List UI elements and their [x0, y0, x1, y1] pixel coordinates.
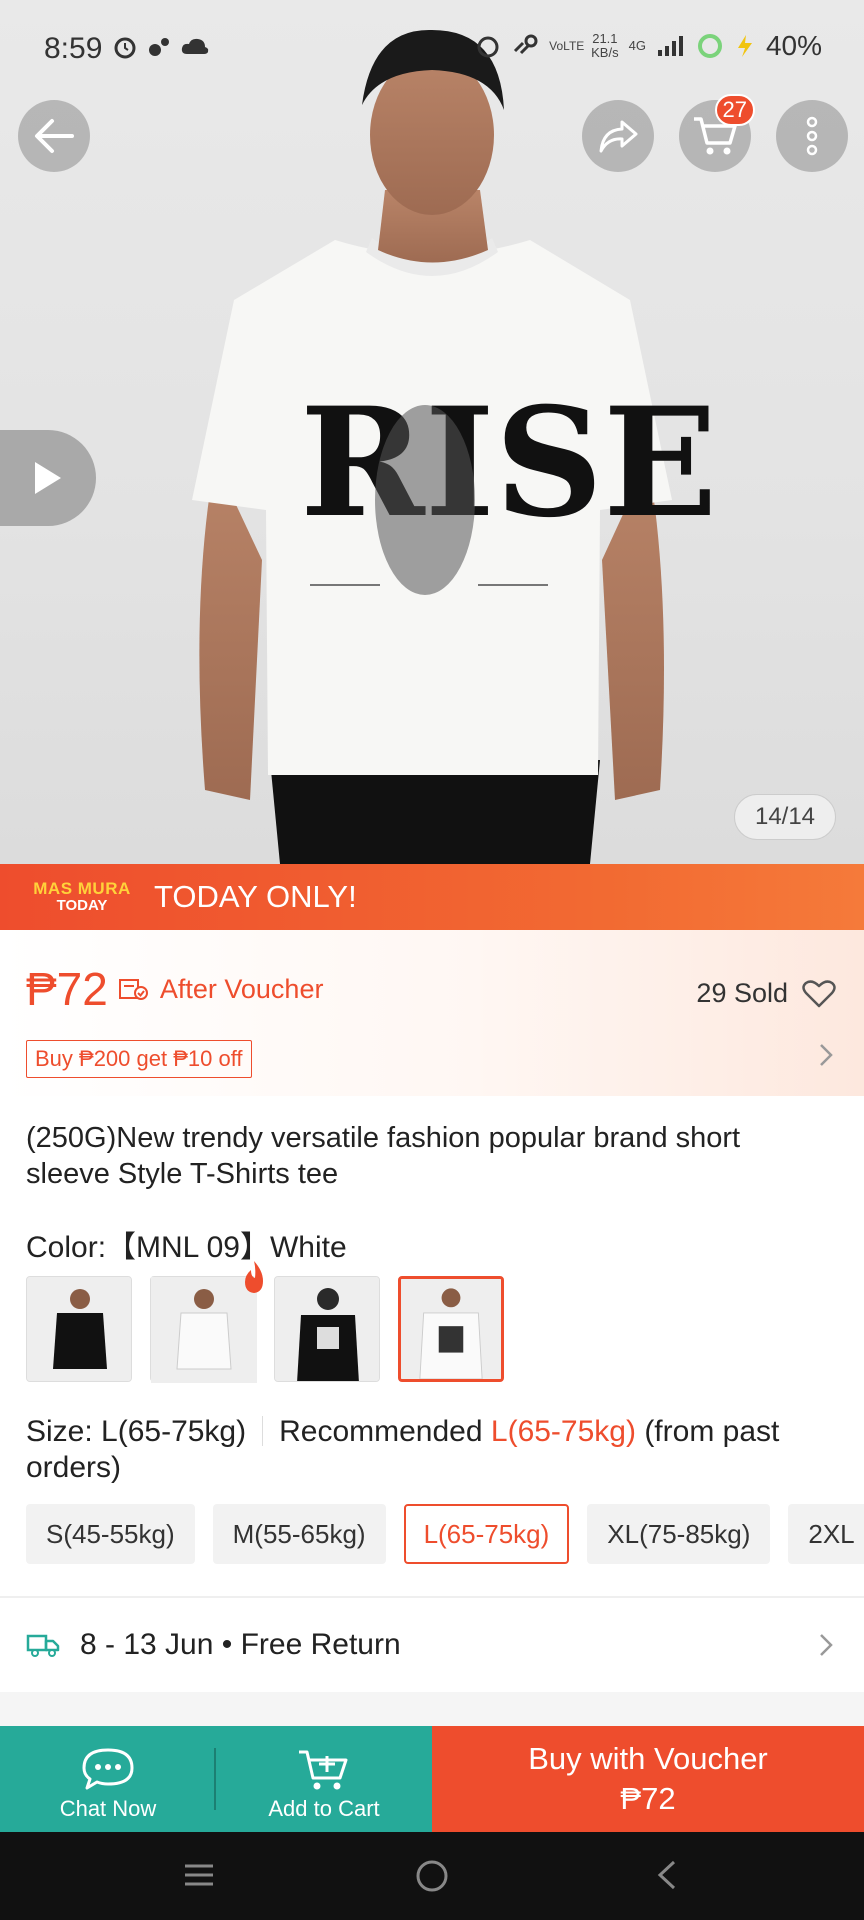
color-label: Color: — [26, 1231, 107, 1264]
delivery-text: 8 - 13 Jun • Free Return — [80, 1628, 401, 1661]
price-section: ₱72 After Voucher 29 Sold Buy ₱200 get ₱… — [0, 930, 864, 1096]
back-nav-icon[interactable] — [652, 1858, 682, 1892]
delivery-truck-icon — [26, 1634, 60, 1657]
chat-icon — [82, 1748, 134, 1790]
alarm-icon — [477, 36, 499, 58]
product-info-section: (250G)New trendy versatile fashion popul… — [0, 1096, 864, 1596]
size-option-m[interactable]: M(55-65kg) — [212, 1504, 386, 1564]
voucher-icon — [118, 979, 148, 1000]
buy-label: Buy with Voucher — [528, 1741, 768, 1776]
buy-price: ₱72 — [620, 1781, 676, 1816]
swatch-image — [275, 1277, 379, 1381]
color-value: 【MNL 09】White — [106, 1231, 347, 1264]
shirt-print-text: RISE — [300, 375, 717, 551]
chat-now-button[interactable]: Chat Now — [0, 1726, 216, 1832]
delivery-row[interactable]: 8 - 13 Jun • Free Return — [0, 1598, 864, 1692]
color-swatch-white-man[interactable] — [150, 1261, 263, 1383]
net-speed-value: 21.1 — [592, 31, 618, 46]
fire-icon — [245, 1261, 263, 1293]
size-option-l[interactable]: L(65-75kg) — [403, 1504, 570, 1564]
more-options-button[interactable] — [776, 100, 848, 172]
product-title: (250G)New trendy versatile fashion popul… — [26, 1122, 741, 1190]
color-swatch-black-woman[interactable] — [274, 1276, 380, 1382]
bottom-action-bar: Chat Now Add to Cart Buy with Voucher ₱7… — [0, 1726, 864, 1832]
cart-count-badge: 27 — [714, 94, 755, 126]
promo-logo-line2: TODAY — [56, 897, 108, 914]
size-label: Size: L(65-75kg) — [26, 1415, 247, 1448]
recommended-size: L(65-75kg) — [490, 1415, 636, 1448]
status-time: 8:59 — [44, 32, 103, 65]
sold-row: 29 Sold — [696, 978, 836, 1009]
recent-apps-icon[interactable] — [182, 1858, 216, 1892]
network-type: 4G — [628, 38, 646, 53]
buy-with-voucher-button[interactable]: Buy with Voucher ₱72 — [432, 1726, 864, 1832]
deal-tag[interactable]: Buy ₱200 get ₱10 off — [26, 1040, 252, 1078]
price-row: ₱72 After Voucher — [26, 962, 323, 1016]
size-selection-label: Size: L(65-75kg) Recommended L(65-75kg) (… — [26, 1414, 836, 1486]
size-option-2xl[interactable]: 2XL — [788, 1504, 864, 1564]
system-navigation-bar — [0, 1832, 864, 1920]
promo-banner[interactable]: MAS MURA TODAY TODAY ONLY! — [0, 864, 864, 930]
promo-logo: MAS MURA TODAY — [30, 880, 134, 914]
add-cart-icon — [299, 1750, 348, 1790]
battery-percent: 40% — [765, 30, 822, 61]
add-to-cart-label: Add to Cart — [268, 1796, 380, 1821]
price-value: ₱72 — [26, 963, 108, 1015]
play-icon — [35, 462, 61, 494]
status-left-icons — [112, 34, 210, 60]
swatch-image — [27, 1277, 131, 1381]
status-right-group: VoLTE 21.1 KB/s 4G 40% — [475, 30, 822, 62]
cart-button[interactable]: 27 — [679, 94, 755, 172]
add-to-cart-button[interactable]: Add to Cart — [216, 1726, 432, 1832]
back-button[interactable] — [18, 100, 90, 172]
color-swatch-white-selected[interactable] — [398, 1276, 504, 1382]
charging-icon — [737, 35, 752, 57]
chevron-right-icon — [820, 1634, 833, 1656]
cloud-icon — [181, 38, 209, 54]
chat-now-label: Chat Now — [59, 1796, 157, 1821]
swatch-image — [401, 1279, 501, 1379]
net-speed-unit: KB/s — [591, 45, 619, 60]
link-icon — [514, 34, 538, 55]
color-selection-label: Color:【MNL 09】White — [26, 1222, 347, 1266]
size-option-s[interactable]: S(45-55kg) — [26, 1504, 195, 1564]
promo-logo-line1: MAS MURA — [33, 879, 131, 898]
signal-icon — [657, 36, 683, 56]
share-icon — [599, 120, 638, 153]
home-icon[interactable] — [414, 1858, 450, 1894]
net-speed: 21.1 KB/s — [591, 32, 618, 60]
share-button[interactable] — [582, 100, 654, 172]
play-video-button[interactable] — [0, 430, 96, 526]
settings-sync-icon — [149, 38, 169, 56]
data-ring-icon — [697, 34, 722, 58]
image-counter: 14/14 — [734, 794, 836, 840]
chevron-right-icon[interactable] — [818, 1042, 834, 1068]
size-option-xl[interactable]: XL(75-85kg) — [587, 1504, 771, 1564]
promo-text: TODAY ONLY! — [154, 879, 357, 914]
color-swatch-black[interactable] — [26, 1276, 132, 1382]
arrow-left-icon — [35, 119, 74, 153]
status-bar: 8:59 VoLTE 21.1 KB/s 4G 40% — [0, 0, 864, 100]
volte-label: VoLTE — [549, 39, 585, 53]
more-vertical-icon — [806, 116, 818, 156]
heart-icon[interactable] — [802, 979, 836, 1009]
size-divider — [262, 1416, 264, 1446]
recommended-prefix: Recommended — [279, 1415, 483, 1448]
sold-count: 29 Sold — [696, 978, 788, 1008]
color-swatches — [26, 1261, 504, 1383]
after-voucher-label: After Voucher — [159, 973, 324, 1004]
alarm-icon — [114, 37, 136, 59]
size-options: S(45-55kg) M(55-65kg) L(65-75kg) XL(75-8… — [26, 1504, 864, 1564]
